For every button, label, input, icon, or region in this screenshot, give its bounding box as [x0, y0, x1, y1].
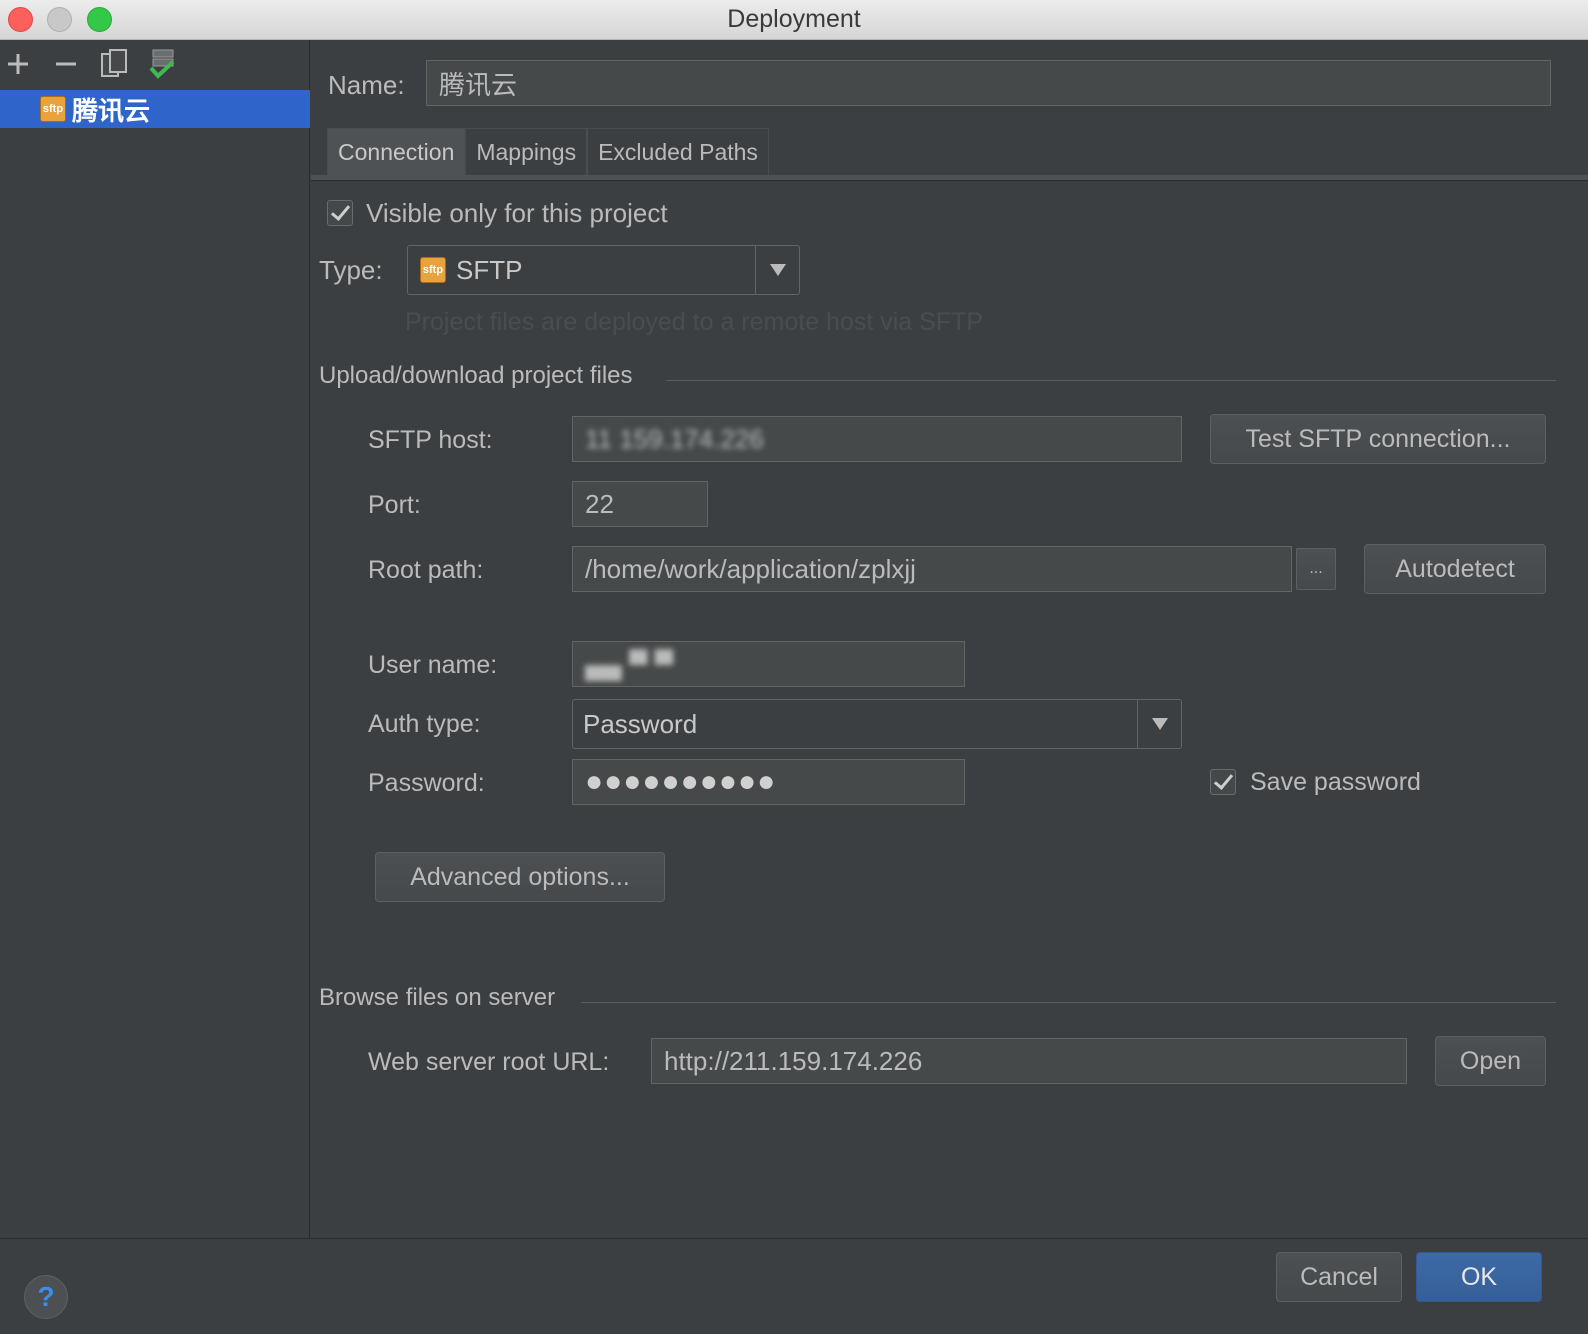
tab-bar: Connection Mappings Excluded Paths [327, 128, 769, 176]
tab-mappings[interactable]: Mappings [465, 128, 588, 176]
password-value: ●●●●●●●●●● [585, 765, 777, 798]
type-label: Type: [319, 255, 383, 285]
copy-server-button[interactable] [96, 46, 132, 82]
password-label: Password: [368, 769, 485, 797]
name-field[interactable]: 腾讯云 [426, 60, 1551, 106]
auth-type-label: Auth type: [368, 710, 481, 738]
add-server-button[interactable] [0, 46, 36, 82]
window-title: Deployment [727, 5, 861, 33]
tab-excluded-paths[interactable]: Excluded Paths [587, 128, 769, 176]
type-hint: Project files are deployed to a remote h… [405, 308, 984, 336]
checkmark-icon [1213, 769, 1234, 790]
server-item-label: 腾讯云 [72, 95, 151, 126]
user-name-field[interactable]: ▄▄ ▀ ▀ [572, 641, 965, 687]
browse-root-path-button[interactable]: ... [1296, 548, 1336, 590]
save-password-checkbox[interactable] [1210, 769, 1236, 795]
remove-server-button[interactable] [48, 46, 84, 82]
advanced-options-button[interactable]: Advanced options... [375, 852, 665, 902]
auth-type-value: Password [583, 708, 698, 739]
sftp-host-field[interactable]: 11 159.174.226 [572, 416, 1182, 462]
port-label: Port: [368, 491, 421, 519]
set-default-button[interactable] [144, 46, 180, 82]
port-field[interactable]: 22 [572, 481, 708, 527]
copy-icon [101, 49, 127, 77]
tab-connection[interactable]: Connection [327, 128, 466, 176]
section-divider [666, 380, 1556, 381]
type-dropdown-value: SFTP [456, 254, 523, 285]
user-name-value: ▄▄ ▀ ▀ [585, 648, 674, 679]
open-button[interactable]: Open [1435, 1036, 1546, 1086]
root-path-field[interactable]: /home/work/application/zplxjj [572, 546, 1292, 592]
user-name-label: User name: [368, 651, 498, 679]
help-icon[interactable]: ? [24, 1275, 68, 1319]
browse-section-title: Browse files on server [319, 984, 556, 1011]
sftp-host-label: SFTP host: [368, 426, 493, 454]
autodetect-button[interactable]: Autodetect [1364, 544, 1546, 594]
root-path-label: Root path: [368, 556, 484, 584]
sftp-host-value: 11 159.174.226 [585, 423, 764, 454]
test-sftp-connection-button[interactable]: Test SFTP connection... [1210, 414, 1546, 464]
server-settings-panel: Name: 腾讯云 Connection Mappings Excluded P… [311, 40, 1588, 1238]
sftp-icon: sftp [420, 257, 446, 283]
ok-button[interactable]: OK [1416, 1252, 1542, 1302]
cancel-button[interactable]: Cancel [1276, 1252, 1402, 1302]
name-label: Name: [328, 70, 405, 100]
web-root-url-field[interactable]: http://211.159.174.226 [651, 1038, 1407, 1084]
upload-section-title: Upload/download project files [319, 362, 633, 389]
checkmark-icon [330, 200, 351, 221]
dialog-footer: ? Cancel OK [0, 1238, 1588, 1334]
password-field[interactable]: ●●●●●●●●●● [572, 759, 965, 805]
set-default-icon [149, 49, 175, 79]
minus-icon [56, 62, 76, 66]
web-root-url-label: Web server root URL: [368, 1048, 610, 1076]
tab-divider [311, 175, 1588, 181]
section-divider [581, 1002, 1556, 1003]
title-bar: Deployment [0, 0, 1588, 40]
chevron-down-icon [755, 246, 799, 294]
type-dropdown[interactable]: sftp SFTP [407, 245, 800, 295]
sftp-icon: sftp [40, 96, 66, 122]
visible-only-label: Visible only for this project [366, 198, 668, 228]
auth-type-dropdown[interactable]: Password [572, 699, 1182, 749]
visible-only-checkbox[interactable] [327, 200, 353, 226]
plus-icon [8, 54, 28, 74]
save-password-label: Save password [1250, 768, 1421, 796]
server-list-panel: sftp 腾讯云 [0, 40, 310, 1238]
chevron-down-icon [1137, 700, 1181, 748]
server-list-item[interactable]: sftp 腾讯云 [0, 90, 310, 128]
